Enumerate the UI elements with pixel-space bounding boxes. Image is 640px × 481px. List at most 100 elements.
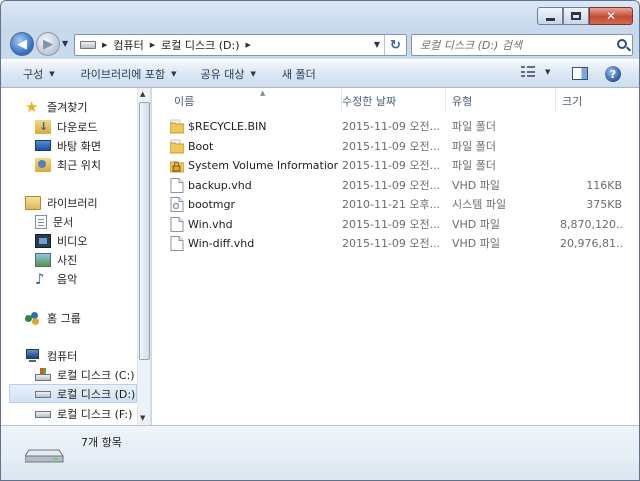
sidebar-item-documents[interactable]: 문서 <box>35 212 171 231</box>
windows-drive-icon <box>35 367 51 382</box>
file-row[interactable]: Win-diff.vhd 2015-11-09 오전... VHD 파일 20,976… <box>168 234 628 253</box>
share-with-menu[interactable]: 공유 대상 ▼ <box>201 66 256 82</box>
help-button[interactable]: ? <box>605 66 621 82</box>
sidebar-item-recent[interactable]: 최근 위치 <box>35 155 171 174</box>
close-button[interactable]: ✕ <box>589 7 633 25</box>
organize-menu[interactable]: 구성 ▼ <box>23 66 55 82</box>
scroll-up-icon[interactable]: ▲ <box>140 90 145 98</box>
file-row[interactable]: Boot 2015-11-09 오전... 파일 폴더 <box>168 137 628 156</box>
column-header-name[interactable]: 이름 ▲ <box>168 88 342 113</box>
search-input[interactable]: 로컬 디스크 (D:) 검색 <box>411 34 633 56</box>
drive-icon <box>24 444 65 464</box>
column-header-size[interactable]: 크기 <box>556 88 636 113</box>
change-view-button[interactable]: ▼ <box>521 66 550 78</box>
sidebar-item-drive-d[interactable]: 로컬 디스크 (D:) <box>9 384 137 403</box>
sidebar-item-drive-f[interactable]: 로컬 디스크 (F:) <box>35 404 171 423</box>
column-label: 유형 <box>452 94 473 108</box>
sidebar-item-drive-c[interactable]: 로컬 디스크 (C:) <box>35 365 171 384</box>
file-row[interactable]: System Volume Information 2015-11-09 오전..… <box>168 156 628 175</box>
minimize-button[interactable] <box>537 7 563 25</box>
file-name: $RECYCLE.BIN <box>188 120 267 133</box>
sidebar-item-pictures[interactable]: 사진 <box>35 250 171 269</box>
command-bar: 구성 ▼ 라이브러리에 포함 ▼ 공유 대상 ▼ 새 폴더 ▼ ? <box>1 59 639 88</box>
sidebar-item-label: 문서 <box>53 215 74 229</box>
file-name: backup.vhd <box>188 178 252 192</box>
caption-buttons: ✕ <box>537 7 633 25</box>
include-in-library-menu[interactable]: 라이브러리에 포함 ▼ <box>81 66 177 82</box>
sidebar-scrollbar[interactable]: ▲ ▼ <box>137 88 150 425</box>
system-file-icon <box>170 197 184 212</box>
file-size: 20,976,81... <box>560 237 622 250</box>
sidebar-item-label: 로컬 디스크 (F:) <box>57 407 133 421</box>
desktop-icon <box>35 140 51 151</box>
title-bar: ✕ <box>1 1 639 31</box>
sidebar-item-label: 최근 위치 <box>57 158 101 172</box>
chevron-right-icon[interactable]: ▶ <box>150 41 155 49</box>
documents-icon <box>35 214 47 229</box>
breadcrumb-local-disk-d[interactable]: 로컬 디스크 (D:) <box>161 37 239 53</box>
file-type: VHD 파일 <box>452 237 501 250</box>
star-icon: ★ <box>25 97 39 116</box>
file-name: Win-diff.vhd <box>188 237 255 250</box>
scroll-down-icon[interactable]: ▼ <box>140 414 145 422</box>
file-row[interactable]: bootmgr 2010-11-21 오후... 시스템 파일 375KB <box>168 195 628 214</box>
file-date: 2015-11-09 오전... <box>342 159 441 172</box>
address-dropdown-icon[interactable]: ▼ <box>374 40 380 49</box>
help-icon: ? <box>605 66 621 82</box>
file-name: bootmgr <box>188 198 235 211</box>
chevron-right-icon[interactable]: ▶ <box>246 41 251 49</box>
maximize-button[interactable] <box>563 7 589 25</box>
file-row[interactable]: Win.vhd 2015-11-09 오전... VHD 파일 8,870,120..… <box>168 215 628 234</box>
file-row[interactable]: $RECYCLE.BIN 2015-11-09 오전... 파일 폴더 <box>168 117 628 136</box>
sidebar-item-videos[interactable]: 비디오 <box>35 231 171 250</box>
sidebar-item-label: 바탕 화면 <box>57 139 101 153</box>
new-folder-label: 새 폴더 <box>281 67 316 81</box>
sidebar-item-label: 다운로드 <box>57 120 98 134</box>
file-name: Boot <box>188 139 214 153</box>
new-folder-button[interactable]: 새 폴더 <box>282 66 316 82</box>
sort-ascending-icon: ▲ <box>260 89 266 97</box>
file-type: VHD 파일 <box>452 178 501 192</box>
address-bar[interactable]: ▶ 컴퓨터 ▶ 로컬 디스크 (D:) ▶ ▼ ↻ <box>74 34 407 56</box>
preview-pane-button[interactable] <box>572 67 588 80</box>
scrollbar-thumb[interactable] <box>139 102 150 360</box>
file-type: 파일 폴더 <box>452 139 496 153</box>
sidebar-item-downloads[interactable]: ↓ 다운로드 <box>35 117 171 136</box>
file-size: 375KB <box>586 198 622 211</box>
recent-pages-dropdown[interactable]: ▼ <box>62 39 68 48</box>
back-button[interactable]: ◀ <box>10 32 34 56</box>
search-icon[interactable] <box>617 39 627 49</box>
file-row[interactable]: backup.vhd 2015-11-09 오전... VHD 파일 116KB <box>168 176 628 195</box>
maximize-icon <box>571 12 581 20</box>
sidebar-item-label: 라이브러리 <box>47 196 98 210</box>
file-list: 이름 ▲ 수정한 날짜 유형 크기 $RECYCLE.BIN 2015-11-09… <box>152 88 639 425</box>
refresh-icon: ↻ <box>390 37 401 53</box>
file-icon <box>170 236 184 251</box>
videos-icon <box>35 233 51 248</box>
file-size <box>560 137 622 156</box>
close-icon: ✕ <box>605 9 617 23</box>
view-details-icon <box>521 66 537 78</box>
details-pane: 7개 항목 <box>1 425 639 480</box>
column-header-date[interactable]: 수정한 날짜 <box>336 88 446 113</box>
file-size: 116KB <box>586 178 622 192</box>
chevron-right-icon[interactable]: ▶ <box>102 41 107 49</box>
sidebar-item-label: 즐겨찾기 <box>47 100 88 114</box>
preview-pane-icon <box>572 67 588 80</box>
back-arrow-icon: ◀ <box>17 36 27 52</box>
file-date: 2015-11-09 오전... <box>342 178 441 192</box>
downloads-icon: ↓ <box>35 119 51 134</box>
column-header-type[interactable]: 유형 <box>446 88 556 113</box>
column-label: 수정한 날짜 <box>342 94 397 108</box>
breadcrumb-computer[interactable]: 컴퓨터 <box>113 37 143 53</box>
forward-button[interactable]: ▶ <box>36 32 60 56</box>
sidebar-item-label: 사진 <box>57 253 78 267</box>
locked-folder-icon <box>169 158 185 173</box>
sidebar-item-desktop[interactable]: 바탕 화면 <box>35 136 171 155</box>
computer-icon <box>25 348 41 363</box>
sidebar-item-music[interactable]: ♪ 음악 <box>35 269 171 288</box>
navigation-pane: ★ 즐겨찾기 ↓ 다운로드 바탕 화면 최근 위치 라이브러리 문서 비디오 사… <box>1 88 151 425</box>
dropdown-arrow-icon: ▼ <box>171 69 177 78</box>
sidebar-item-label: 비디오 <box>57 234 88 248</box>
refresh-button[interactable]: ↻ <box>384 35 406 55</box>
